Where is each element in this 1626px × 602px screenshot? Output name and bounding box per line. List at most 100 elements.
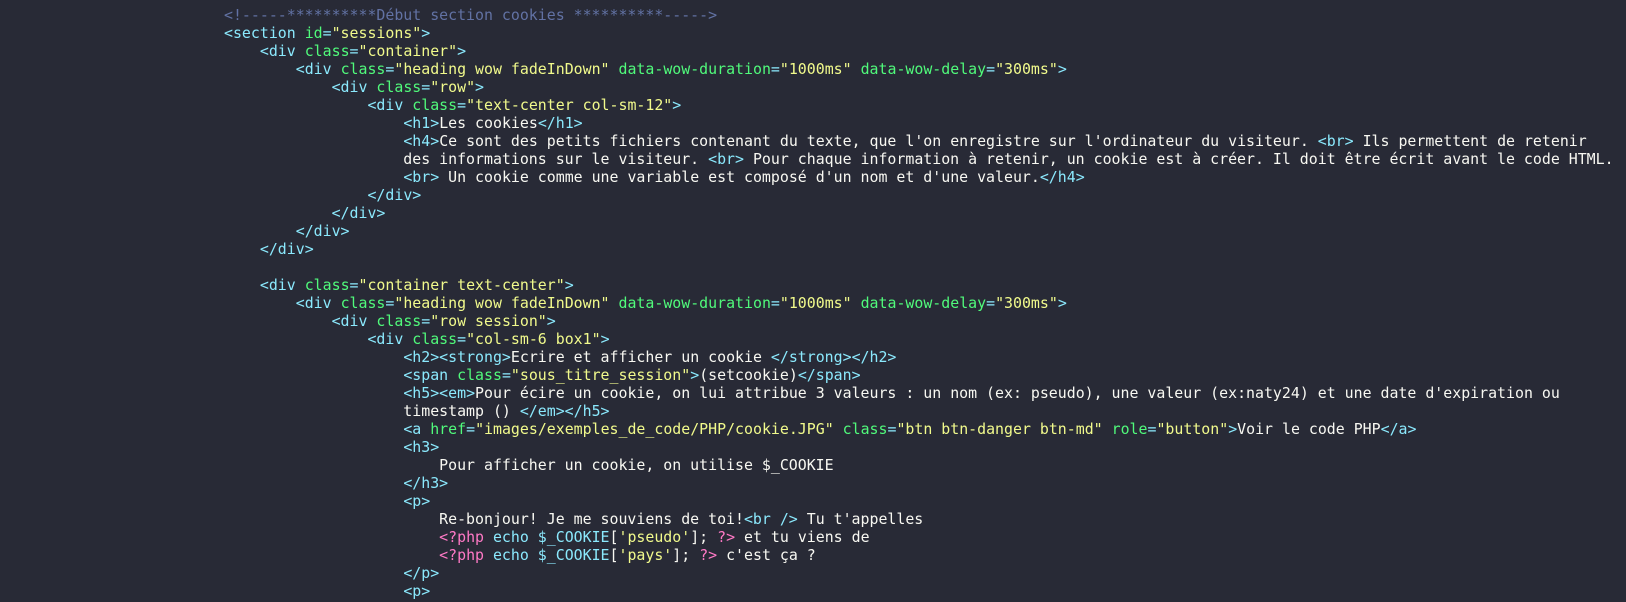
code-line: <h1>Les cookies</h1> [224,114,1614,132]
code-token: </div> [331,204,386,222]
code-token: </div> [259,240,314,258]
code-token: ]; [672,546,700,564]
code-token: Les cookies [439,114,538,132]
code-token: = [349,42,359,60]
code-token: <div [367,330,413,348]
code-token: class [842,420,888,438]
code-line: <div class="container"> [224,42,1614,60]
code-line: <?php echo $_COOKIE['pays']; ?> c'est ça… [224,546,1614,564]
code-line: <div class="row session"> [224,312,1614,330]
code-token: <p> [403,582,431,600]
code-token: = [457,330,467,348]
code-token: = [385,294,395,312]
code-editor[interactable]: <!-----**********Début section cookies *… [0,0,1626,602]
code-line: <a href="images/exemples_de_code/PHP/coo… [224,420,1614,438]
code-token: </p> [403,564,440,582]
code-line: <section id="sessions"> [224,24,1614,42]
code-line: <h2><strong>Ecrire et afficher un cookie… [224,348,1614,366]
code-line: <h3> [224,438,1614,456]
code-line: <div class="heading wow fadeInDown" data… [224,294,1614,312]
code-token: "300ms" [995,60,1058,78]
code-token: "btn btn-danger btn-md" [896,420,1103,438]
code-token: "1000ms" [779,60,852,78]
code-token: > [672,96,682,114]
code-line: <p> [224,582,1614,600]
code-token: </h3> [403,474,449,492]
code-token: = [421,312,431,330]
code-token: <div [331,312,377,330]
code-line: des informations sur le visiteur. <br> P… [224,150,1614,168]
code-token: "heading wow fadeInDown" [394,294,610,312]
code-token: "images/exemples_de_code/PHP/cookie.JPG" [475,420,834,438]
code-token: class [376,78,422,96]
code-token: "sous_titre_session" [510,366,691,384]
code-line: <h4>Ce sont des petits fichiers contenan… [224,132,1614,150]
code-line: </div> [224,204,1614,222]
code-token: = [466,420,476,438]
code-token: <h3> [403,438,440,456]
code-token: <br> [708,150,744,168]
code-line: <div class="row"> [224,78,1614,96]
code-token: Pour chaque information à retenir, un co… [743,150,1614,168]
code-token: Ce sont des petits fichiers contenant du… [439,132,1318,150]
code-token: class [304,42,350,60]
code-token: "sessions" [331,24,422,42]
code-line: <!-----**********Début section cookies *… [224,6,1614,24]
code-token: </div> [295,222,350,240]
code-token: > [1228,420,1238,438]
code-token: <br> [1317,132,1354,150]
code-token: <div [259,276,305,294]
code-line: timestamp () </em></h5> [224,402,1614,420]
code-token: role [1111,420,1148,438]
code-token: "row session" [430,312,547,330]
code-token: href [430,420,467,438]
code-token: timestamp () [224,402,520,420]
code-token: Ils permettent de retenir [1353,132,1587,150]
code-token: class [412,96,458,114]
code-token: </h4> [1039,168,1085,186]
code-line: </h3> [224,474,1614,492]
code-token: "300ms" [995,294,1058,312]
code-token: "1000ms" [779,294,852,312]
code-token: class [304,276,350,294]
code-token: ]; [690,528,718,546]
code-line: Pour afficher un cookie, on utilise $_CO… [224,456,1614,474]
code-token: <h1> [403,114,440,132]
code-token: ?> [717,528,736,546]
code-token: data-wow-delay [860,60,987,78]
code-token: = [385,60,395,78]
code-token: = [322,24,332,42]
code-token: <?php [439,546,484,564]
code-line: </p> [224,564,1614,582]
code-token: <br> [403,168,440,186]
code-token: Voir le code PHP [1237,420,1381,438]
code-line: </div> [224,186,1614,204]
code-line: <?php echo $_COOKIE['pseudo']; ?> et tu … [224,528,1614,546]
code-token: echo $_COOKIE [492,528,610,546]
code-token: <div [295,60,341,78]
code-token: <h5><em> [403,384,476,402]
code-view[interactable]: <!-----**********Début section cookies *… [224,6,1614,600]
code-token: = [770,60,780,78]
code-token: (setcookie) [699,366,798,384]
code-token: Un cookie comme une variable est composé… [439,168,1040,186]
code-token: "button" [1156,420,1229,438]
